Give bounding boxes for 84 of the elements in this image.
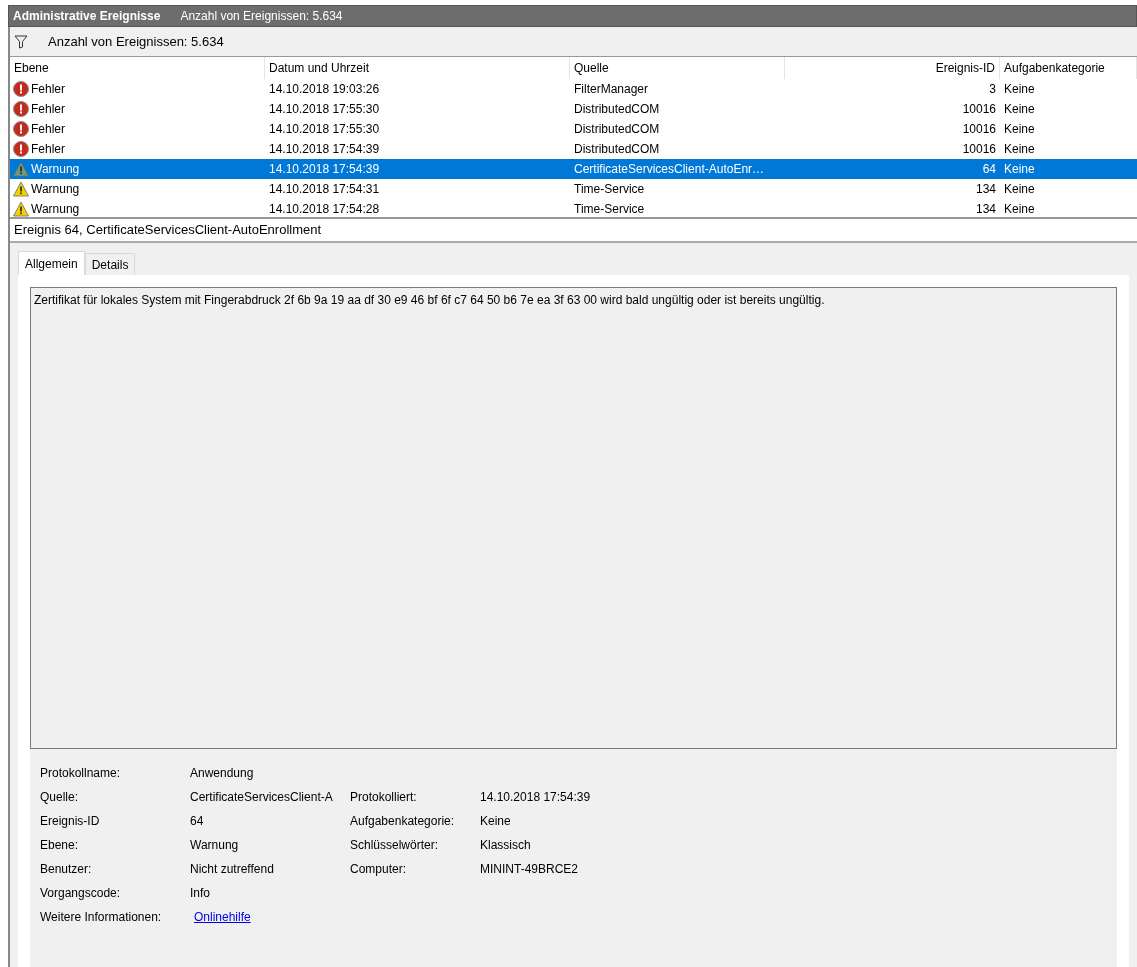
level-text: Warnung <box>31 201 80 217</box>
category-cell-text: Keine <box>1003 181 1036 198</box>
property-value: CertificateServicesClient-A <box>190 789 334 806</box>
level-text: Fehler <box>31 121 65 138</box>
source-cell-text: Time-Service <box>573 201 646 217</box>
category-cell-text: Keine <box>1003 101 1036 118</box>
column-header[interactable]: Quelle <box>570 57 785 79</box>
date-cell-text: 14.10.2018 17:54:39 <box>268 161 381 178</box>
property-value: Klassisch <box>480 837 531 854</box>
source-cell-text: Time-Service <box>573 181 646 198</box>
category-cell-text: Keine <box>1003 161 1036 178</box>
column-header[interactable]: Aufgabenkategorie <box>1000 57 1137 79</box>
event-row[interactable]: Fehler 14.10.2018 17:54:39 DistributedCOM 10016 Keine <box>10 139 1137 159</box>
property-label: Computer: <box>350 861 408 878</box>
date-cell-text: 14.10.2018 17:54:28 <box>268 201 381 217</box>
property-label: Ereignis-ID <box>40 813 101 830</box>
event-row[interactable]: Warnung 14.10.2018 17:54:39 CertificateServicesClient-AutoEnr… 64 Keine <box>10 159 1137 179</box>
message-box: Zertifikat für lokales System mit Fingerabdruck 2f 6b 9a 19 aa df 30 e9 46 bf 6f c7 64 50 b6 7e ea 3f 63 00 wird bald ungültig oder ist bereits ungültig. <box>30 287 1117 749</box>
property-label: Protokollname: <box>40 765 122 782</box>
date-cell-text: 14.10.2018 17:55:30 <box>268 121 381 138</box>
filter-count: Anzahl von Ereignissen: 5.634 <box>48 32 224 51</box>
category-cell-text: Keine <box>1003 121 1036 138</box>
property-value: Keine <box>480 813 511 830</box>
property-label: Aufgabenkategorie: <box>350 813 456 830</box>
property-label: Protokolliert: <box>350 789 418 806</box>
source-cell-text: FilterManager <box>573 81 650 98</box>
event-id-cell-text: 3 <box>988 81 997 98</box>
event-row[interactable]: Fehler 14.10.2018 17:55:30 DistributedCOM 10016 Keine <box>10 119 1137 139</box>
event-id-cell-text: 10016 <box>961 121 997 138</box>
error-icon <box>13 141 29 157</box>
tab[interactable]: Details <box>84 253 136 275</box>
property-label: Ebene: <box>40 837 80 854</box>
event-row[interactable]: Warnung 14.10.2018 17:54:31 Time-Service 134 Keine <box>10 179 1137 199</box>
filter-icon[interactable] <box>14 34 28 49</box>
level-text: Fehler <box>31 101 65 118</box>
property-value: MININT-49BRCE2 <box>480 861 579 878</box>
source-cell-text: CertificateServicesClient-AutoEnr… <box>573 161 766 178</box>
event-row[interactable]: Warnung 14.10.2018 17:54:28 Time-Service 134 Keine <box>10 199 1137 217</box>
property-label: Weitere Informationen: <box>40 909 163 926</box>
column-header[interactable]: Ebene <box>10 57 265 79</box>
date-cell-text: 14.10.2018 17:54:39 <box>268 141 381 158</box>
property-label: Benutzer: <box>40 861 93 878</box>
level-text: Fehler <box>31 81 65 98</box>
property-value: Warnung <box>190 837 240 854</box>
error-icon <box>13 81 29 97</box>
property-value: 64 <box>190 813 205 830</box>
source-cell-text: DistributedCOM <box>573 101 661 118</box>
event-id-cell-text: 64 <box>981 161 997 178</box>
tab[interactable]: Allgemein <box>18 251 85 275</box>
property-value: Anwendung <box>190 765 255 782</box>
panel-title: Administrative Ereignisse <box>13 8 161 25</box>
event-count: Anzahl von Ereignissen: 5.634 <box>180 8 343 25</box>
date-cell-text: 14.10.2018 17:55:30 <box>268 101 381 118</box>
property-value: Info <box>190 885 211 902</box>
source-cell-text: DistributedCOM <box>573 121 661 138</box>
level-text: Fehler <box>31 141 65 158</box>
column-header[interactable]: Ereignis-ID <box>785 57 1000 79</box>
property-value: 14.10.2018 17:54:39 <box>480 789 591 806</box>
property-value: Nicht zutreffend <box>190 861 275 878</box>
error-icon <box>13 101 29 117</box>
event-row[interactable]: Fehler 14.10.2018 17:55:30 DistributedCOM 10016 Keine <box>10 99 1137 119</box>
source-cell-text: DistributedCOM <box>573 141 661 158</box>
event-row[interactable]: Fehler 14.10.2018 19:03:26 FilterManager 3 Keine <box>10 79 1137 99</box>
warning-icon <box>13 161 29 177</box>
online-help-link[interactable]: Onlinehilfe <box>194 908 251 926</box>
property-label: Schlüsselwörter: <box>350 837 440 854</box>
category-cell-text: Keine <box>1003 141 1036 158</box>
error-icon <box>13 121 29 137</box>
event-header: Ereignis 64, CertificateServicesClient-AutoEnrollment <box>10 219 1137 243</box>
column-header[interactable]: Datum und Uhrzeit <box>265 57 570 79</box>
property-label: Quelle: <box>40 789 80 806</box>
category-cell-text: Keine <box>1003 81 1036 98</box>
property-label: Vorgangscode: <box>40 885 122 902</box>
warning-icon <box>13 181 29 197</box>
date-cell-text: 14.10.2018 17:54:31 <box>268 181 381 198</box>
event-id-cell-text: 10016 <box>961 141 997 158</box>
date-cell-text: 14.10.2018 19:03:26 <box>268 81 381 98</box>
warning-icon <box>13 201 29 217</box>
event-id-cell-text: 134 <box>974 181 997 198</box>
category-cell-text: Keine <box>1003 201 1036 217</box>
event-id-cell-text: 10016 <box>961 101 997 118</box>
level-text: Warnung <box>31 161 80 178</box>
level-text: Warnung <box>31 181 80 198</box>
event-id-cell-text: 134 <box>974 201 997 217</box>
